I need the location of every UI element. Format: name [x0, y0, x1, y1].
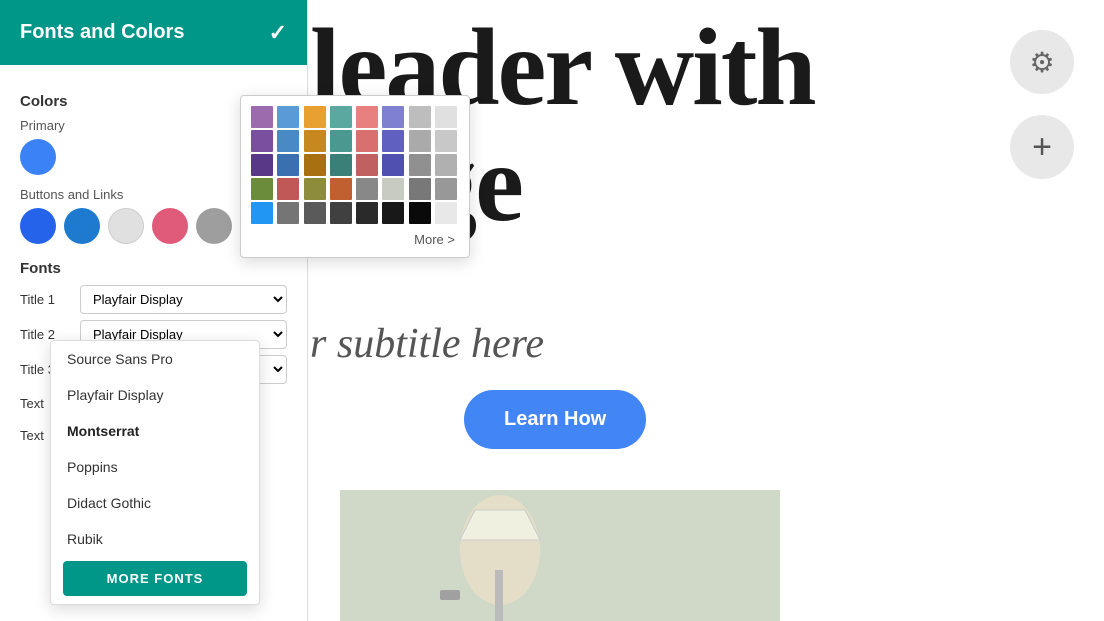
plus-icon: +: [1032, 128, 1052, 167]
color-cell[interactable]: [304, 202, 326, 224]
color-cell[interactable]: [330, 202, 352, 224]
font-row-title1: Title 1 Playfair Display: [20, 285, 287, 314]
color-cell[interactable]: [330, 130, 352, 152]
dropdown-playfair[interactable]: Playfair Display: [51, 377, 259, 413]
title1-select[interactable]: Playfair Display: [80, 285, 287, 314]
color-cell[interactable]: [277, 154, 299, 176]
color-cell[interactable]: [251, 178, 273, 200]
color-cell[interactable]: [435, 154, 457, 176]
swatch-light-gray[interactable]: [108, 208, 144, 244]
color-cell[interactable]: [330, 178, 352, 200]
color-cell[interactable]: [409, 106, 431, 128]
color-cell[interactable]: [304, 178, 326, 200]
dropdown-poppins[interactable]: Poppins: [51, 449, 259, 485]
color-cell[interactable]: [330, 106, 352, 128]
plus-button[interactable]: +: [1010, 115, 1074, 179]
title1-label: Title 1: [20, 292, 72, 307]
color-cell[interactable]: [304, 130, 326, 152]
subtitle-text: r subtitle here: [310, 320, 544, 368]
color-cell[interactable]: [277, 130, 299, 152]
check-button[interactable]: ✓: [269, 20, 287, 46]
color-cell[interactable]: [382, 154, 404, 176]
font-dropdown: Source Sans Pro Playfair Display Montser…: [50, 340, 260, 605]
dropdown-montserrat[interactable]: Montserrat: [51, 413, 259, 449]
swatch-gray[interactable]: [196, 208, 232, 244]
learn-how-button[interactable]: Learn How: [464, 390, 646, 449]
gear-icon: ⚙: [1029, 46, 1054, 79]
more-colors-link[interactable]: More >: [251, 232, 459, 247]
color-cell[interactable]: [409, 154, 431, 176]
swatch-pink-red[interactable]: [152, 208, 188, 244]
color-grid: [251, 106, 459, 224]
panel-header: Fonts and Colors ✓: [0, 0, 307, 65]
color-cell[interactable]: [435, 178, 457, 200]
color-cell[interactable]: [409, 202, 431, 224]
color-cell[interactable]: [435, 202, 457, 224]
color-cell[interactable]: [435, 106, 457, 128]
color-cell[interactable]: [277, 106, 299, 128]
color-cell[interactable]: [251, 106, 273, 128]
color-cell[interactable]: [277, 202, 299, 224]
color-cell[interactable]: [251, 130, 273, 152]
color-cell[interactable]: [382, 178, 404, 200]
color-cell[interactable]: [251, 154, 273, 176]
color-cell[interactable]: [382, 130, 404, 152]
color-cell[interactable]: [277, 178, 299, 200]
color-cell[interactable]: [382, 106, 404, 128]
swatch-blue-medium[interactable]: [64, 208, 100, 244]
color-cell[interactable]: [356, 130, 378, 152]
color-cell[interactable]: [356, 154, 378, 176]
color-cell[interactable]: [330, 154, 352, 176]
color-cell[interactable]: [251, 202, 273, 224]
color-picker-popup: More >: [240, 95, 470, 258]
swatch-blue-dark[interactable]: [20, 208, 56, 244]
more-fonts-button[interactable]: MORE FONTS: [63, 561, 247, 596]
color-cell[interactable]: [435, 130, 457, 152]
dropdown-didact[interactable]: Didact Gothic: [51, 485, 259, 521]
color-cell[interactable]: [356, 106, 378, 128]
gear-button[interactable]: ⚙: [1010, 30, 1074, 94]
color-cell[interactable]: [409, 178, 431, 200]
fonts-label: Fonts: [20, 260, 287, 277]
color-cell[interactable]: [304, 106, 326, 128]
color-cell[interactable]: [382, 202, 404, 224]
dropdown-source-sans[interactable]: Source Sans Pro: [51, 341, 259, 377]
color-cell[interactable]: [304, 154, 326, 176]
dropdown-rubik[interactable]: Rubik: [51, 521, 259, 557]
color-cell[interactable]: [356, 178, 378, 200]
primary-color-swatch[interactable]: [20, 139, 56, 175]
lamp-image: [340, 490, 780, 621]
color-cell[interactable]: [409, 130, 431, 152]
panel-title: Fonts and Colors: [20, 21, 184, 44]
color-cell[interactable]: [356, 202, 378, 224]
